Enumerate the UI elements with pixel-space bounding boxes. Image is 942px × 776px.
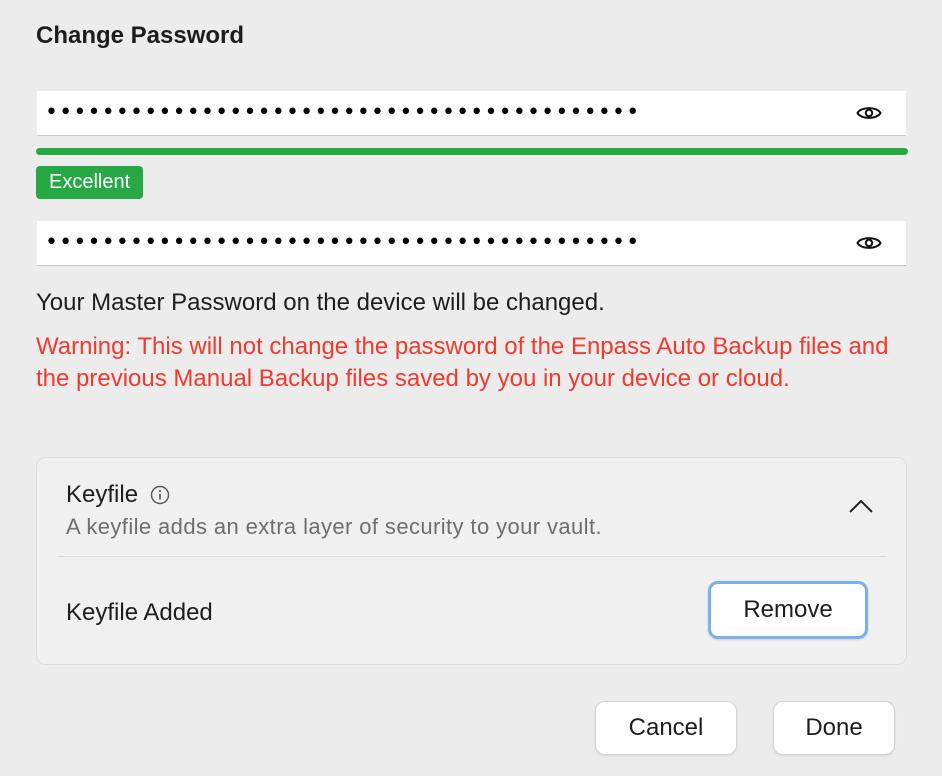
- cancel-button[interactable]: Cancel: [595, 701, 737, 755]
- new-password-value: ••••••••••••••••••••••••••••••••••••••••…: [45, 100, 641, 125]
- dialog-title: Change Password: [36, 22, 245, 49]
- password-strength-badge: Excellent: [36, 166, 144, 199]
- keyfile-panel: Keyfile A keyfile adds an extra layer of…: [36, 457, 907, 665]
- remove-keyfile-button[interactable]: Remove: [708, 581, 868, 639]
- confirm-password-field[interactable]: ••••••••••••••••••••••••••••••••••••••••…: [37, 221, 906, 266]
- new-password-field[interactable]: ••••••••••••••••••••••••••••••••••••••••…: [37, 91, 906, 136]
- done-button[interactable]: Done: [773, 701, 895, 755]
- keyfile-header: Keyfile: [66, 481, 170, 509]
- backup-warning: Warning: This will not change the passwo…: [36, 333, 889, 392]
- keyfile-divider: [58, 556, 886, 557]
- password-strength-bar: [36, 148, 908, 155]
- info-icon[interactable]: [150, 485, 170, 505]
- keyfile-status: Keyfile Added: [66, 599, 213, 626]
- eye-icon[interactable]: [856, 233, 882, 253]
- password-change-info: Your Master Password on the device will …: [36, 289, 605, 316]
- confirm-password-value: ••••••••••••••••••••••••••••••••••••••••…: [45, 230, 641, 255]
- eye-icon[interactable]: [856, 103, 882, 123]
- chevron-up-icon[interactable]: [848, 498, 874, 514]
- keyfile-title: Keyfile: [66, 481, 139, 508]
- keyfile-description: A keyfile adds an extra layer of securit…: [66, 514, 602, 539]
